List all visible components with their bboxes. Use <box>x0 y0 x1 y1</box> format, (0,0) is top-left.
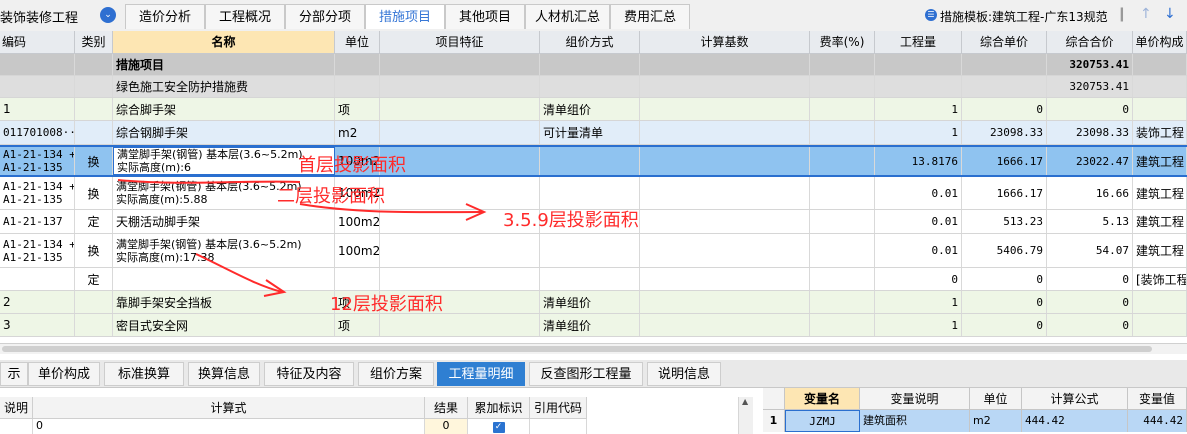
annotation-arrow <box>195 253 283 293</box>
annotation-floor-12: 12层投影面积 <box>330 294 443 315</box>
annotation-first-floor: 首层投影面积 <box>298 155 406 176</box>
annotation-floors-359: 3.5.9层投影面积 <box>503 210 639 231</box>
annotation-underline <box>117 179 301 184</box>
annotation-second-floor: 二层投影面积 <box>277 186 385 207</box>
